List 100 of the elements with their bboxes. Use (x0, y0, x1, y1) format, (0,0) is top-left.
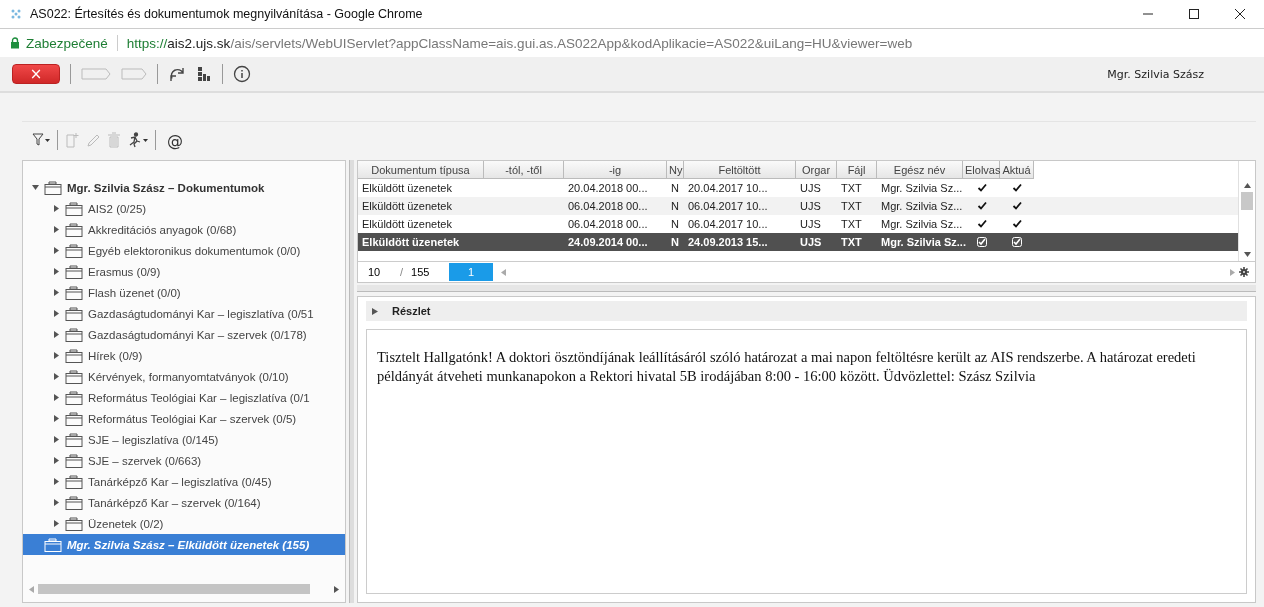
vertical-scrollbar[interactable] (1238, 161, 1255, 261)
table-cell-text: UJS (799, 235, 823, 250)
tree-label: Kérvények, formanyomtatványok (0/10) (88, 370, 289, 383)
table-row[interactable]: Elküldött üzenetek 06.04.2018 00... N 06.04.2017 10... UJS TXT Mgr. Szilvia Sz... (358, 197, 1239, 215)
tree-item[interactable]: Üzenetek (0/2) (23, 513, 345, 534)
expand-arrow-icon (372, 307, 378, 315)
scroll-right-icon (334, 585, 339, 593)
column-header[interactable]: Dokumentum típusa (358, 161, 484, 179)
close-icon[interactable] (1234, 8, 1246, 20)
column-header[interactable]: Ny (667, 161, 684, 179)
expand-arrow-icon[interactable] (53, 268, 60, 275)
tree-item[interactable]: Flash üzenet (0/0) (23, 282, 345, 303)
expand-arrow-icon[interactable] (53, 520, 60, 527)
info-icon[interactable] (233, 65, 251, 83)
expand-arrow-icon[interactable] (53, 415, 60, 422)
table-cell-text: Mgr. Szilvia Sz... (880, 181, 963, 196)
column-header[interactable]: Fájl (837, 161, 877, 179)
tree-item[interactable]: SJE – legiszlatíva (0/145) (23, 429, 345, 450)
email-button[interactable]: @ (163, 130, 183, 150)
tree-item[interactable]: Tanárképző Kar – legiszlatíva (0/45) (23, 471, 345, 492)
window-title: AS022: Értesítés és dokumentumok megnyilvánítása - Google Chrome (30, 7, 423, 21)
table-cell-text: 06.04.2018 00... (567, 217, 649, 232)
folder-icon (65, 474, 83, 489)
expand-arrow-icon[interactable] (53, 352, 60, 359)
expand-arrow-icon[interactable] (53, 457, 60, 464)
tree-label: Mgr. Szilvia Szász – Elküldött üzenetek (155) (67, 538, 310, 551)
folder-icon (65, 411, 83, 426)
section-title: Részlet (392, 305, 431, 317)
tree-item[interactable]: AIS2 (0/25) (23, 198, 345, 219)
folder-icon (65, 222, 83, 237)
tree-item[interactable]: Mgr. Szilvia Szász – Dokumentumok (23, 177, 345, 198)
table-cell-text: TXT (840, 235, 863, 250)
folder-icon (65, 495, 83, 510)
tree-label: Mgr. Szilvia Szász – Dokumentumok (67, 181, 265, 194)
tree-label: Református Teológiai Kar – legiszlatíva (0/1 (88, 391, 310, 404)
expand-arrow-icon[interactable] (53, 331, 60, 338)
folder-icon (65, 390, 83, 405)
scrollbar-thumb[interactable] (1241, 192, 1253, 210)
tree-item[interactable]: Hírek (0/9) (23, 345, 345, 366)
table-cell-text: Elküldött üzenetek (361, 181, 453, 196)
scrollbar-thumb[interactable] (38, 584, 310, 594)
expand-arrow-icon[interactable] (53, 499, 60, 506)
tree-item[interactable]: Gazdaságtudományi Kar – szervek (0/178) (23, 324, 345, 345)
table-cell-text: 24.09.2013 15... (687, 235, 769, 250)
url-text[interactable]: https://ais2.ujs.sk/ais/servlets/WebUIServlet?appClassName=ais.gui.as.AS022App&kodAplikacie=AS022&uiLang=HU&viewer=web (126, 35, 913, 51)
message-text: Tisztelt Hallgatónk! A doktori ösztöndíjának leállításáról szóló határozat a mai napon feltöltésre került az AIS rendszerbe. A határozat eredeti példányát átveheti munkanapokon a Rektori hivatal 5B irodájában 8:00 - 16:00 között. Üdvözlettel: Szász Szilvia (366, 329, 1247, 594)
tree-item[interactable]: Kérvények, formanyomtatványok (0/10) (23, 366, 345, 387)
maximize-icon[interactable] (1188, 8, 1200, 20)
column-header[interactable]: -ig (564, 161, 667, 179)
tree-label: Flash üzenet (0/0) (88, 286, 181, 299)
tree-item[interactable]: Református Teológiai Kar – legiszlatíva (0/1 (23, 387, 345, 408)
folder-icon (65, 453, 83, 468)
tree-item[interactable]: Egyéb elektoronikus dokumentumok (0/0) (23, 240, 345, 261)
expand-arrow-icon[interactable] (53, 394, 60, 401)
scroll-down-icon (1243, 252, 1251, 257)
tree-item[interactable]: Gazdaságtudományi Kar – legiszlatíva (0/51 (23, 303, 345, 324)
folder-icon (65, 285, 83, 300)
section-header[interactable]: Részlet (366, 301, 1247, 321)
expand-arrow-icon[interactable] (53, 436, 60, 443)
tree-item[interactable]: Tanárképző Kar – szervek (0/164) (23, 492, 345, 513)
tree-item[interactable]: Mgr. Szilvia Szász – Elküldött üzenetek (155) (23, 534, 345, 555)
tree-item[interactable]: Akkreditációs anyagok (0/68) (23, 219, 345, 240)
table-row[interactable]: Elküldött üzenetek 24.09.2014 00... N 24.09.2013 15... UJS TXT Mgr. Szilvia Sz... (358, 233, 1239, 251)
tree-item[interactable]: Református Teológiai Kar – szervek (0/5) (23, 408, 345, 429)
column-header[interactable]: Elolvas (963, 161, 1000, 179)
column-header[interactable]: Aktuá (1000, 161, 1034, 179)
table-cell-text: 20.04.2018 00... (567, 181, 649, 196)
collapse-arrow-icon[interactable] (32, 184, 39, 191)
tree-item[interactable]: Erasmus (0/9) (23, 261, 345, 282)
close-button[interactable]: × (12, 64, 60, 84)
expand-arrow-icon[interactable] (53, 478, 60, 485)
column-header[interactable]: Orgar (796, 161, 837, 179)
expand-arrow-icon[interactable] (53, 289, 60, 296)
expand-arrow-icon[interactable] (53, 310, 60, 317)
lock-icon (10, 37, 20, 49)
filter-icon[interactable] (32, 132, 50, 148)
tree-label: Tanárképző Kar – legiszlatíva (0/45) (88, 475, 272, 488)
column-header[interactable]: Egész név (877, 161, 963, 179)
table-cell-text: UJS (799, 217, 822, 232)
expand-arrow-icon[interactable] (53, 373, 60, 380)
column-header[interactable]: Feltöltött (684, 161, 796, 179)
table-cell-text: TXT (840, 217, 863, 232)
table-cell-text: 24.09.2014 00... (567, 235, 649, 250)
refresh-icon[interactable] (168, 65, 186, 83)
running-person-icon[interactable] (128, 132, 148, 148)
table-cell-text: N (670, 199, 680, 214)
tree-label: AIS2 (0/25) (88, 202, 147, 215)
folder-icon (65, 327, 83, 342)
table-cell-text: TXT (840, 181, 863, 196)
expand-arrow-icon[interactable] (53, 247, 60, 254)
splitter-handle[interactable] (357, 285, 1256, 292)
column-header[interactable]: -tól, -től (484, 161, 564, 179)
settings-icon[interactable] (1239, 267, 1249, 277)
tree-item[interactable]: SJE – szervek (0/663) (23, 450, 345, 471)
folder-icon (65, 243, 83, 258)
table-cell-text: N (670, 217, 680, 232)
splitter-handle[interactable] (349, 160, 354, 603)
expand-arrow-icon[interactable] (53, 205, 60, 212)
expand-arrow-icon[interactable] (53, 226, 60, 233)
hierarchy-icon[interactable] (196, 66, 212, 82)
